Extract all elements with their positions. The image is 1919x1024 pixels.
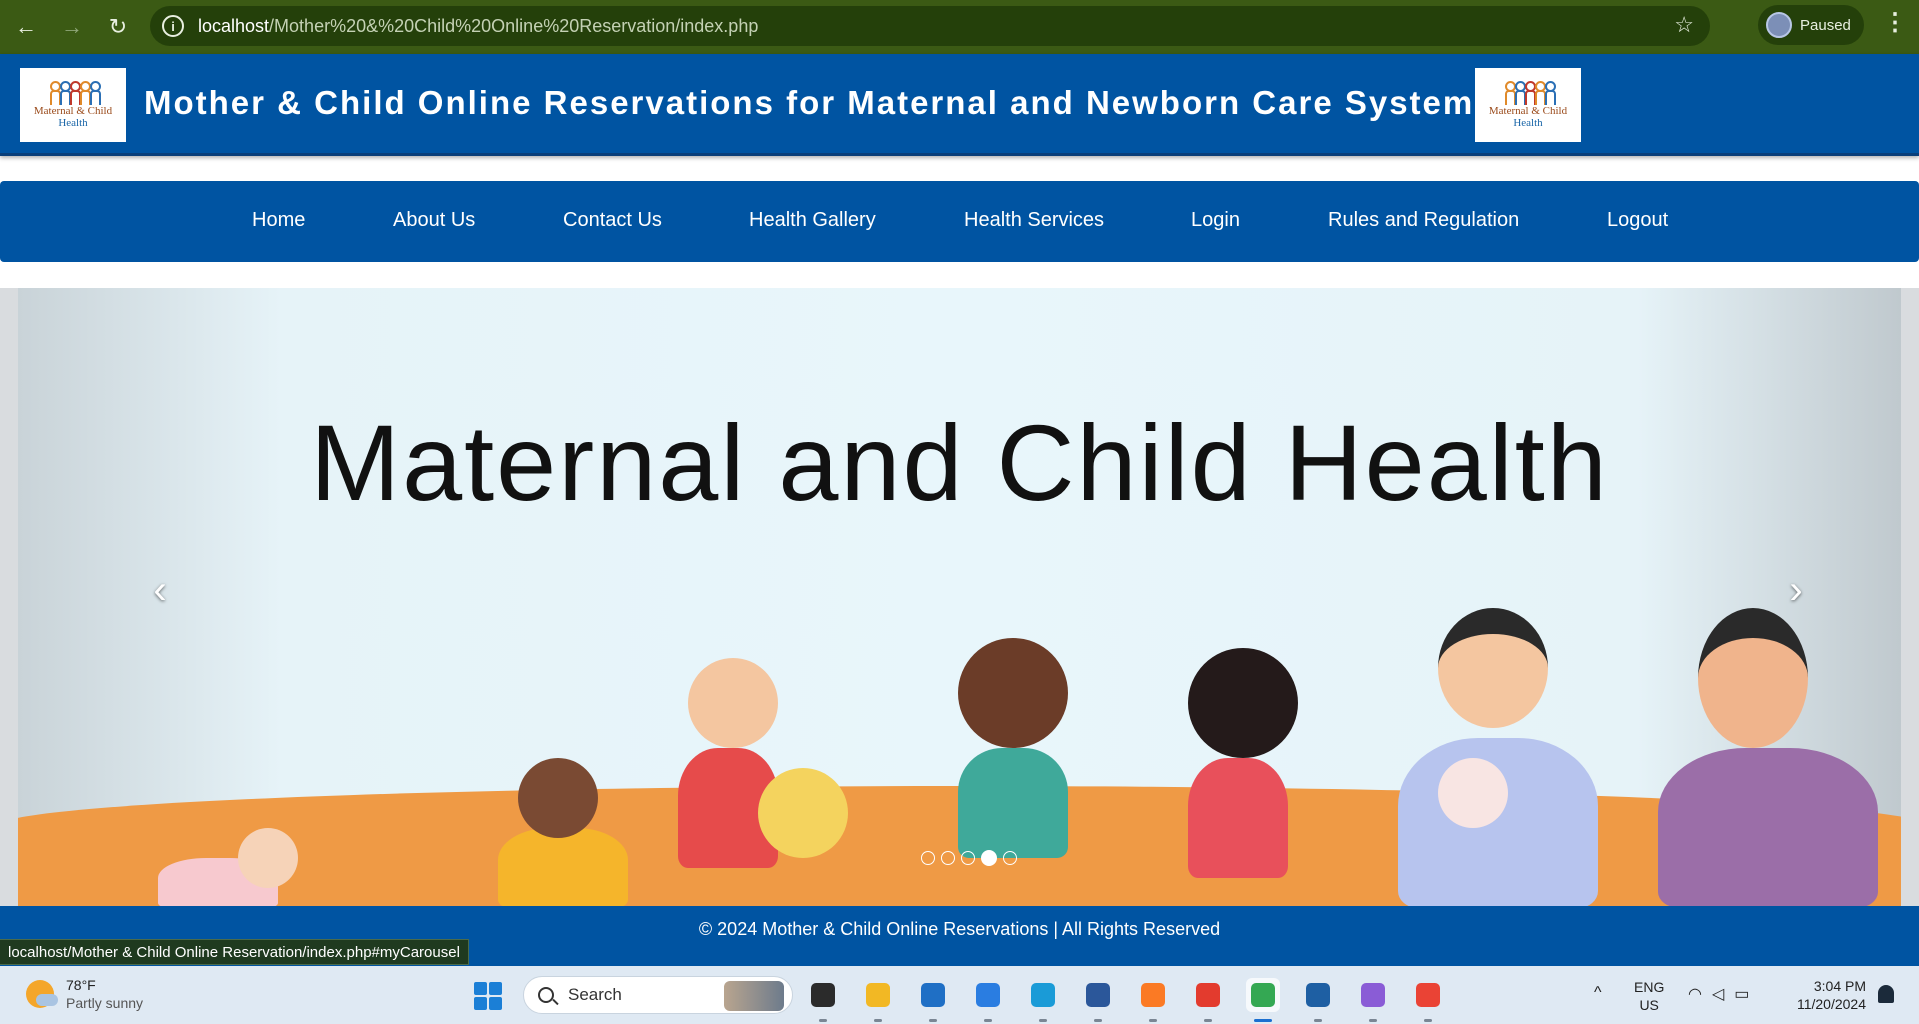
forward-button[interactable]: → [52,7,92,47]
profile-button[interactable]: Paused [1758,5,1864,45]
nav-login[interactable]: Login [1191,209,1240,232]
carousel-indicators [921,850,1017,866]
clock-date: 11/20/2024 [1796,996,1866,1012]
nav-health-gallery[interactable]: Health Gallery [749,209,876,232]
wps-office-glyph [1196,983,1220,1007]
nav-rules-and-regulation[interactable]: Rules and Regulation [1328,209,1519,232]
chrome-profile-k-glyph [1416,983,1440,1007]
back-button[interactable]: ← [6,7,46,47]
carousel-indicator-dot[interactable] [941,851,955,865]
edge-icon[interactable] [1026,978,1060,1022]
main-nav: Home About Us Contact Us Health Gallery … [0,181,1919,262]
task-view-icon[interactable] [806,978,840,1022]
logo-figures-icon [49,81,101,105]
reload-button[interactable]: ↻ [98,7,138,47]
carousel-indicator-dot[interactable] [981,850,997,866]
illustration-mother-with-baby [1638,608,1898,906]
word-glyph [1086,983,1110,1007]
windows-taskbar: 78°F Partly sunny Search ^ ENG US ◠ ◁ ▭ … [0,966,1919,1024]
remote-app-glyph [1306,983,1330,1007]
site-header: Maternal & Child Health Mother & Child On… [0,54,1919,156]
image-carousel: Maternal and Child Health ‹ › [0,288,1919,906]
carousel-indicator-dot[interactable] [1003,851,1017,865]
partly-sunny-icon [26,980,58,1008]
carousel-slide: Maternal and Child Health ‹ › [18,288,1901,906]
file-explorer-icon[interactable] [861,978,895,1022]
url-host: localhost [198,15,270,36]
search-icon [538,987,554,1003]
address-bar[interactable]: i localhost/Mother%20&%20Child%20Online%… [150,6,1710,46]
taskbar-search-input[interactable]: Search [523,976,793,1014]
avatar [1766,12,1792,38]
logo-figures-icon [1504,81,1556,105]
microsoft-store-icon[interactable] [916,978,950,1022]
lang-code: ENG [1634,979,1665,995]
weather-desc: Partly sunny [66,995,144,1011]
clock-time: 3:04 PM [1813,978,1866,994]
nav-health-services[interactable]: Health Services [964,209,1104,232]
chrome-profile-k-icon[interactable] [1411,978,1445,1022]
weather-temp: 78°F [66,977,96,993]
carousel-next-button[interactable]: › [1776,570,1816,610]
illustration-father-with-baby [1378,608,1618,906]
nav-home[interactable]: Home [252,209,305,232]
microsoft-store-glyph [921,983,945,1007]
search-placeholder: Search [568,985,622,1004]
carousel-prev-button[interactable]: ‹ [140,570,180,610]
nav-logout[interactable]: Logout [1607,209,1668,232]
battery-icon[interactable]: ▭ [1734,984,1749,1004]
nav-about-us[interactable]: About Us [393,209,475,232]
carousel-indicator-dot[interactable] [921,851,935,865]
illustration-baby-crawling [488,748,648,906]
taskbar-clock[interactable]: 3:04 PM 11/20/2024 [1786,977,1866,1013]
site-title: Mother & Child Online Reservations for M… [144,84,1475,121]
site-logo-right: Maternal & Child Health [1475,68,1581,142]
wps-office-icon[interactable] [1191,978,1225,1022]
bookmark-star-icon[interactable]: ☆ [1674,12,1694,38]
task-view-glyph [811,983,835,1007]
nav-contact-us[interactable]: Contact Us [563,209,662,232]
volume-icon[interactable]: ◁ [1712,984,1724,1004]
app-store-a-icon[interactable] [971,978,1005,1022]
site-logo-left: Maternal & Child Health [20,68,126,142]
carousel-indicator-dot[interactable] [961,851,975,865]
chrome-icon[interactable] [1246,978,1280,1022]
logo-text: Maternal & Child Health [33,105,113,129]
profile-status: Paused [1800,16,1851,34]
status-bar-link-preview: localhost/Mother & Child Online Reservat… [0,939,469,965]
word-icon[interactable] [1081,978,1115,1022]
windows-start-icon[interactable] [474,982,502,1010]
browser-menu-icon[interactable]: ⋮ [1880,8,1910,37]
photos-app-icon[interactable] [1356,978,1390,1022]
system-tray[interactable]: ◠ ◁ ▭ [1688,984,1749,1004]
notification-bell-icon[interactable] [1878,985,1894,1003]
url-path: /Mother%20&%20Child%20Online%20Reservati… [269,15,759,36]
browser-toolbar: ← → ↻ i localhost/Mother%20&%20Child%20O… [0,0,1919,54]
xampp-glyph [1141,983,1165,1007]
site-info-icon[interactable]: i [162,15,184,37]
tray-overflow-chevron-icon[interactable]: ^ [1594,984,1602,1002]
remote-app-icon[interactable] [1301,978,1335,1022]
illustration-baby-lying [118,828,318,906]
url-text[interactable]: localhost/Mother%20&%20Child%20Online%20… [198,16,758,37]
logo-text: Maternal & Child Health [1488,105,1568,129]
weather-widget[interactable]: 78°F Partly sunny [26,976,143,1012]
app-store-a-glyph [976,983,1000,1007]
slide-heading: Maternal and Child Health [310,402,1609,523]
lang-region: US [1639,997,1659,1013]
photos-app-glyph [1361,983,1385,1007]
wifi-icon[interactable]: ◠ [1688,984,1702,1004]
search-highlight-image [724,981,784,1011]
illustration-child-with-ball [648,628,848,906]
xampp-icon[interactable] [1136,978,1170,1022]
file-explorer-glyph [866,983,890,1007]
edge-glyph [1031,983,1055,1007]
footer-copyright: © 2024 Mother & Child Online Reservation… [698,919,1221,939]
input-language[interactable]: ENG US [1634,978,1664,1014]
illustration-child-maracas [1158,628,1338,906]
chrome-glyph [1251,983,1275,1007]
